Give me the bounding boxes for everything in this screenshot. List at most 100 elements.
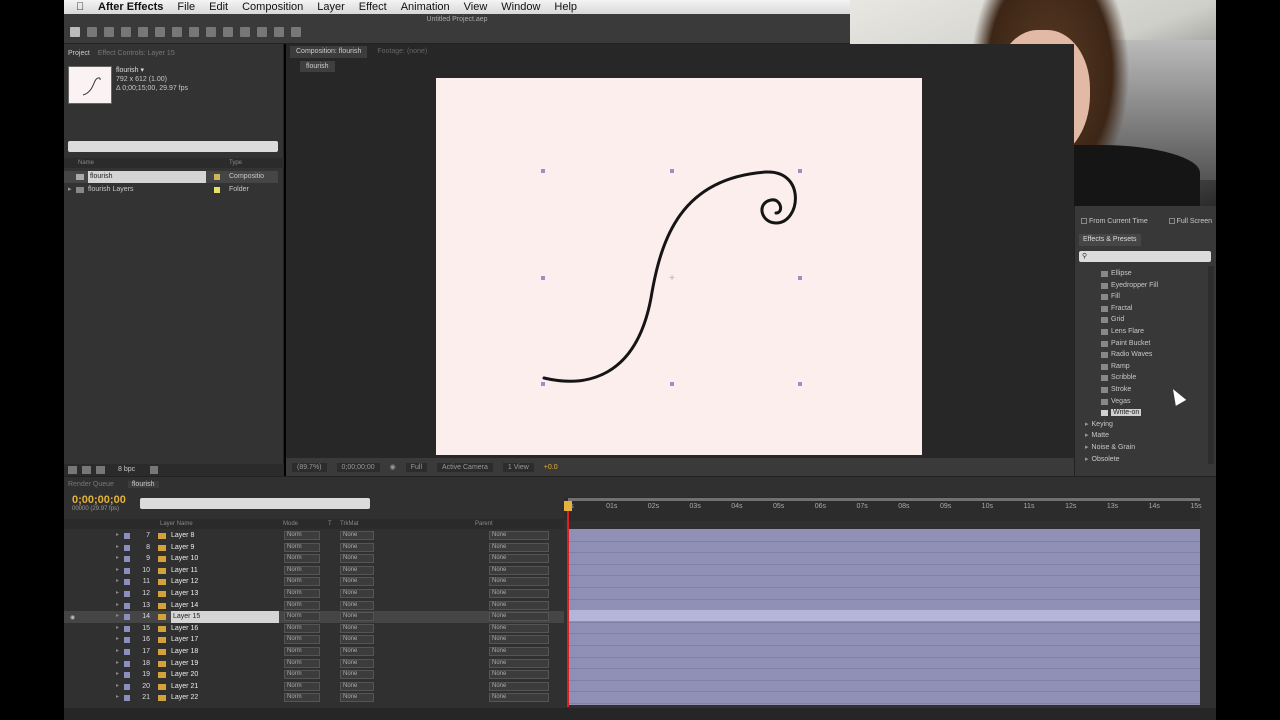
magnification-dropdown[interactable]: (89.7%)	[292, 462, 327, 472]
twirl-icon[interactable]: ▸	[116, 600, 119, 612]
trkmat-dropdown[interactable]: None	[340, 531, 374, 540]
column-layer-name[interactable]: Layer Name	[160, 521, 193, 527]
roto-brush-tool-icon[interactable]	[274, 27, 284, 37]
resolution-dropdown[interactable]: Full	[405, 462, 427, 472]
tab-effects-presets[interactable]: Effects & Presets	[1079, 234, 1141, 246]
mode-dropdown[interactable]: Norm	[284, 577, 320, 587]
parent-dropdown[interactable]: None	[489, 542, 549, 552]
layer-row[interactable]: ▸ 20 Layer 21 Norm None None	[64, 681, 564, 693]
mode-dropdown[interactable]: Norm	[284, 681, 320, 691]
mode-dropdown[interactable]: Norm	[284, 635, 320, 645]
parent-dropdown[interactable]: None	[489, 647, 549, 656]
parent-dropdown[interactable]: None	[489, 670, 549, 680]
twirl-icon[interactable]: ▸	[116, 530, 119, 542]
tab-render-queue[interactable]: Render Queue	[68, 481, 114, 488]
layer-row[interactable]: ▸ 18 Layer 19 Norm None None	[64, 658, 564, 670]
parent-dropdown[interactable]: None	[489, 589, 549, 598]
effect-item[interactable]: Vegas	[1079, 396, 1205, 408]
trkmat-dropdown[interactable]: None	[340, 577, 374, 587]
hand-tool-icon[interactable]	[87, 27, 97, 37]
new-composition-icon[interactable]	[96, 466, 105, 474]
layer-name[interactable]: Layer 9	[171, 542, 194, 554]
layer-duration-bars[interactable]	[568, 529, 1200, 705]
rectangle-tool-icon[interactable]	[172, 27, 182, 37]
effect-item[interactable]: Ramp	[1079, 361, 1205, 373]
parent-dropdown[interactable]: None	[489, 565, 549, 575]
mode-dropdown[interactable]: Norm	[284, 531, 320, 540]
project-row-composition[interactable]: flourish Compositio	[64, 171, 278, 183]
layer-name[interactable]: Layer 21	[171, 681, 198, 693]
effect-item-selected[interactable]: Write-on	[1079, 407, 1205, 419]
menu-edit[interactable]: Edit	[209, 1, 228, 13]
layer-name[interactable]: Layer 17	[171, 634, 198, 646]
mode-dropdown[interactable]: Norm	[284, 670, 320, 680]
twirl-icon[interactable]: ▸	[116, 576, 119, 588]
menu-window[interactable]: Window	[501, 1, 540, 13]
mode-dropdown[interactable]: Norm	[284, 693, 320, 703]
layer-row[interactable]: ▸ 15 Layer 16 Norm None None	[64, 623, 564, 635]
effects-search-input[interactable]: ⚲	[1079, 251, 1211, 262]
type-tool-icon[interactable]	[206, 27, 216, 37]
apple-icon[interactable]: 	[76, 1, 90, 13]
parent-dropdown[interactable]: None	[489, 681, 549, 691]
effect-item[interactable]: Fill	[1079, 291, 1205, 303]
mode-dropdown[interactable]: Norm	[284, 647, 320, 656]
layer-name[interactable]: Layer 12	[171, 576, 198, 588]
menu-animation[interactable]: Animation	[401, 1, 450, 13]
twirl-icon[interactable]: ▸	[116, 565, 119, 577]
app-menu[interactable]: After Effects	[98, 1, 163, 13]
trkmat-dropdown[interactable]: None	[340, 623, 374, 633]
menu-help[interactable]: Help	[554, 1, 577, 13]
twirl-icon[interactable]: ▸	[116, 646, 119, 658]
effect-category[interactable]: Matte	[1079, 430, 1205, 442]
current-time-display[interactable]: 0;00;00;00	[336, 462, 380, 472]
project-row-folder[interactable]: ▸ flourish Layers Folder	[64, 184, 278, 196]
playhead[interactable]	[567, 501, 569, 707]
trkmat-dropdown[interactable]: None	[340, 681, 374, 691]
camera-tool-icon[interactable]	[138, 27, 148, 37]
eraser-tool-icon[interactable]	[257, 27, 267, 37]
column-parent[interactable]: Parent	[475, 521, 493, 527]
layer-name[interactable]: Layer 10	[171, 553, 198, 565]
menu-composition[interactable]: Composition	[242, 1, 303, 13]
column-t[interactable]: T	[328, 521, 332, 527]
effect-category[interactable]: Noise & Grain	[1079, 442, 1205, 454]
parent-dropdown[interactable]: None	[489, 635, 549, 645]
column-mode[interactable]: Mode	[283, 521, 298, 527]
layer-name[interactable]: Layer 16	[171, 623, 198, 635]
mode-dropdown[interactable]: Norm	[284, 612, 320, 622]
layer-name[interactable]: Layer 18	[171, 646, 198, 658]
parent-dropdown[interactable]: None	[489, 612, 549, 622]
bit-depth-button[interactable]: 8 bpc	[118, 464, 135, 476]
tab-composition[interactable]: Composition: flourish	[290, 46, 368, 58]
twirl-icon[interactable]: ▸	[116, 542, 119, 554]
layer-name[interactable]: Layer 22	[171, 692, 198, 704]
layer-row[interactable]: ▸ 16 Layer 17 Norm None None	[64, 634, 564, 646]
interpret-footage-icon[interactable]	[68, 466, 77, 474]
mode-dropdown[interactable]: Norm	[284, 542, 320, 552]
effect-item[interactable]: Eyedropper Fill	[1079, 280, 1205, 292]
parent-dropdown[interactable]: None	[489, 623, 549, 633]
timeline-search-input[interactable]	[140, 498, 370, 509]
layer-row[interactable]: ▸ 7 Layer 8 Norm None None	[64, 530, 564, 542]
menu-layer[interactable]: Layer	[317, 1, 345, 13]
parent-dropdown[interactable]: None	[489, 600, 549, 610]
mode-dropdown[interactable]: Norm	[284, 600, 320, 610]
trkmat-dropdown[interactable]: None	[340, 670, 374, 680]
trkmat-dropdown[interactable]: None	[340, 542, 374, 552]
work-area-bar[interactable]	[568, 498, 1200, 501]
layer-name[interactable]: Layer 8	[171, 530, 194, 542]
trkmat-dropdown[interactable]: None	[340, 589, 374, 598]
layer-name[interactable]: Layer 13	[171, 588, 198, 600]
mode-dropdown[interactable]: Norm	[284, 565, 320, 575]
twirl-icon[interactable]: ▸	[116, 681, 119, 693]
effect-category[interactable]: Keying	[1079, 419, 1205, 431]
menu-effect[interactable]: Effect	[359, 1, 387, 13]
tab-timeline-flourish[interactable]: flourish	[127, 481, 159, 488]
twirl-icon[interactable]: ▸	[116, 553, 119, 565]
trkmat-dropdown[interactable]: None	[340, 647, 374, 656]
mode-dropdown[interactable]: Norm	[284, 623, 320, 633]
trash-icon[interactable]	[150, 466, 158, 474]
column-name[interactable]: Name	[78, 160, 94, 166]
brush-tool-icon[interactable]	[223, 27, 233, 37]
